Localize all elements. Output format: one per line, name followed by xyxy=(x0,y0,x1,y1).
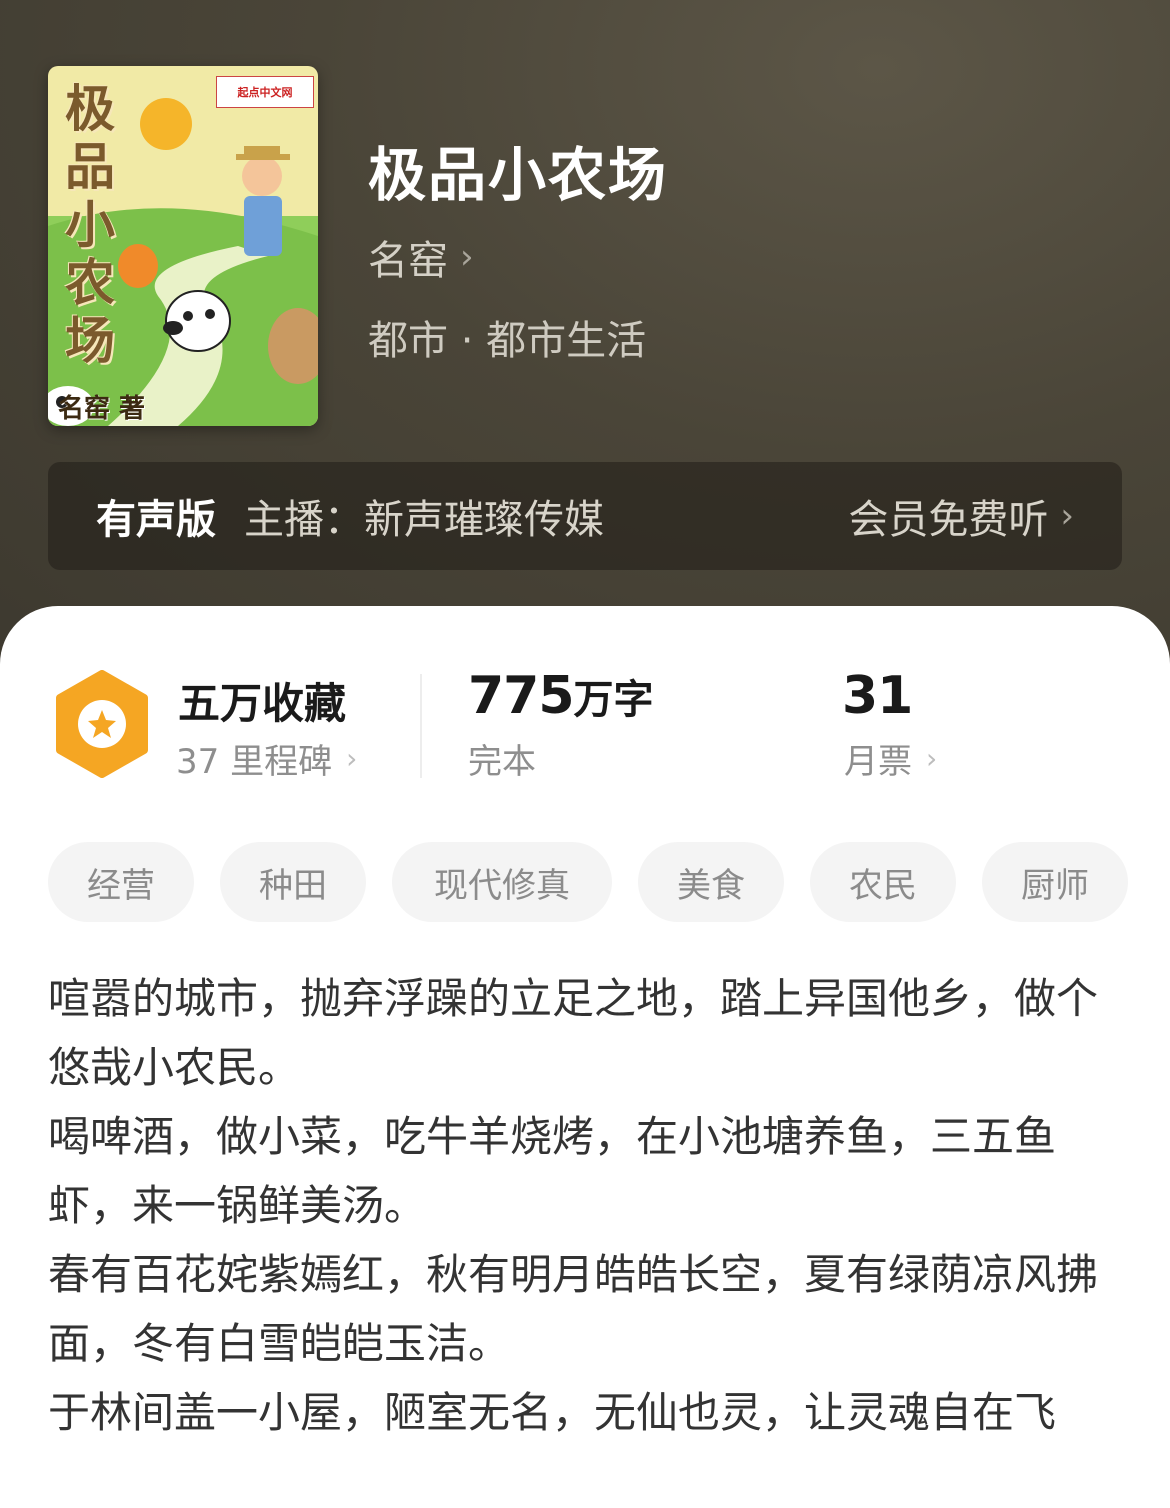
book-cover[interactable]: 起点中文网 极 品 小 农 场 名窑 著 xyxy=(48,66,318,426)
book-header: 起点中文网 极 品 小 农 场 名窑 著 极品小农场 名窑 › 都市 · 都市生… xyxy=(0,0,1170,680)
tag-chip[interactable]: 厨师 xyxy=(982,842,1128,922)
cover-title-char: 小 xyxy=(65,195,115,254)
author-name: 名窑 xyxy=(368,238,448,284)
audio-tag: 有声版 xyxy=(96,497,216,543)
book-status: 完本 xyxy=(468,742,536,782)
word-count-unit: 万字 xyxy=(573,677,654,723)
milestones-link[interactable]: 37 里程碑 › xyxy=(176,734,357,783)
tag-chip[interactable]: 经营 xyxy=(48,842,194,922)
tag-list: 经营 种田 现代修真 美食 农民 厨师 xyxy=(48,842,1128,922)
cover-title: 极 品 小 农 场 xyxy=(58,80,122,370)
star-hexagon-icon xyxy=(56,670,148,778)
audio-host: 主播：新声璀璨传媒 xyxy=(244,497,604,543)
tag-chip[interactable]: 现代修真 xyxy=(392,842,612,922)
chevron-right-icon: › xyxy=(346,742,358,775)
author-link[interactable]: 名窑 › xyxy=(368,228,474,286)
monthly-votes-number: 31 xyxy=(842,666,913,726)
audio-version-bar[interactable]: 有声版 主播：新声璀璨传媒 会员免费听 › xyxy=(48,462,1122,570)
description-paragraph: 于林间盖一小屋，陋室无名，无仙也灵，让灵魂自在飞 xyxy=(48,1388,1057,1437)
description-paragraph: 喧嚣的城市，抛弃浮躁的立足之地，踏上异国他乡，做个悠哉小农民。 xyxy=(48,974,1099,1092)
monthly-votes-link[interactable]: 月票 › xyxy=(844,734,937,783)
description-paragraph: 喝啤酒，做小菜，吃牛羊烧烤，在小池塘养鱼，三五鱼虾，来一锅鲜美汤。 xyxy=(48,1112,1057,1230)
listen-free-button[interactable]: 会员免费听 › xyxy=(848,487,1074,545)
chevron-right-icon: › xyxy=(926,742,938,775)
stats-divider xyxy=(420,674,422,778)
tag-chip[interactable]: 农民 xyxy=(810,842,956,922)
description-paragraph: 春有百花姹紫嫣红，秋有明月皓皓长空，夏有绿荫凉风拂面，冬有白雪皑皑玉洁。 xyxy=(48,1250,1099,1368)
favorites-count: 五万收藏 xyxy=(178,679,347,728)
book-detail-card: 五万收藏 37 里程碑 › 775万字 完本 31 月票 › 经营 种田 现代修… xyxy=(0,606,1170,1508)
listen-free-label: 会员免费听 xyxy=(848,497,1049,543)
book-description[interactable]: 喧嚣的城市，抛弃浮躁的立足之地，踏上异国他乡，做个悠哉小农民。 喝啤酒，做小菜，… xyxy=(48,964,1118,1447)
milestones-label: 37 里程碑 xyxy=(176,742,333,782)
cover-author: 名窑 著 xyxy=(58,394,146,424)
cover-title-char: 品 xyxy=(65,137,115,196)
tag-chip[interactable]: 种田 xyxy=(220,842,366,922)
cover-title-char: 场 xyxy=(65,311,115,370)
chevron-right-icon: › xyxy=(460,237,474,277)
word-count-number: 775 xyxy=(468,666,575,726)
cover-title-char: 农 xyxy=(65,253,115,312)
cover-title-char: 极 xyxy=(65,79,115,138)
book-title: 极品小农场 xyxy=(368,141,669,209)
word-count: 775万字 xyxy=(468,666,654,726)
book-genre[interactable]: 都市 · 都市生活 xyxy=(368,308,646,366)
publisher-logo: 起点中文网 xyxy=(216,76,314,108)
chevron-right-icon: › xyxy=(1060,496,1074,536)
stats-row: 五万收藏 37 里程碑 › 775万字 完本 31 月票 › xyxy=(0,606,1170,806)
tag-chip[interactable]: 美食 xyxy=(638,842,784,922)
monthly-votes-label: 月票 xyxy=(844,742,912,782)
monthly-votes-count: 31 xyxy=(842,666,913,726)
